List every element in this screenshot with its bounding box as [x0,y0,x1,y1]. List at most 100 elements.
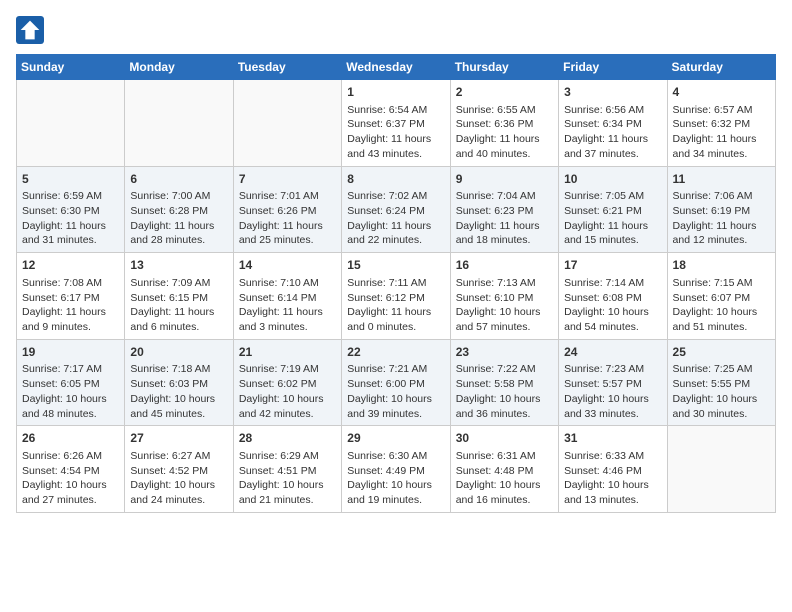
calendar-cell: 27Sunrise: 6:27 AMSunset: 4:52 PMDayligh… [125,426,233,513]
cell-content-line: Daylight: 11 hours [347,305,444,320]
cell-content-line: Sunset: 4:46 PM [564,464,661,479]
cell-content-line: Sunset: 6:14 PM [239,291,336,306]
cell-content-line: Sunset: 6:30 PM [22,204,119,219]
cell-content-line: Sunset: 6:07 PM [673,291,770,306]
cell-content-line: Sunrise: 7:18 AM [130,362,227,377]
cell-content-line: Sunrise: 6:57 AM [673,103,770,118]
calendar-header-row: SundayMondayTuesdayWednesdayThursdayFrid… [17,55,776,80]
cell-content-line: Sunrise: 6:26 AM [22,449,119,464]
cell-content-line: Sunset: 6:05 PM [22,377,119,392]
cell-content-line: and 21 minutes. [239,493,336,508]
cell-content-line: Sunset: 6:19 PM [673,204,770,219]
calendar-cell: 30Sunrise: 6:31 AMSunset: 4:48 PMDayligh… [450,426,558,513]
cell-content-line: and 22 minutes. [347,233,444,248]
calendar-cell: 11Sunrise: 7:06 AMSunset: 6:19 PMDayligh… [667,166,775,253]
day-number: 22 [347,344,444,361]
calendar-cell: 31Sunrise: 6:33 AMSunset: 4:46 PMDayligh… [559,426,667,513]
calendar-cell: 21Sunrise: 7:19 AMSunset: 6:02 PMDayligh… [233,339,341,426]
cell-content-line: Daylight: 11 hours [347,132,444,147]
day-number: 1 [347,84,444,101]
cell-content-line: and 16 minutes. [456,493,553,508]
cell-content-line: Daylight: 10 hours [239,392,336,407]
cell-content-line: and 28 minutes. [130,233,227,248]
calendar-cell: 16Sunrise: 7:13 AMSunset: 6:10 PMDayligh… [450,253,558,340]
cell-content-line: Daylight: 11 hours [239,305,336,320]
cell-content-line: Sunset: 6:28 PM [130,204,227,219]
cell-content-line: Sunset: 5:57 PM [564,377,661,392]
calendar-cell: 28Sunrise: 6:29 AMSunset: 4:51 PMDayligh… [233,426,341,513]
cell-content-line: and 31 minutes. [22,233,119,248]
day-number: 19 [22,344,119,361]
cell-content-line: Sunrise: 7:22 AM [456,362,553,377]
day-number: 14 [239,257,336,274]
cell-content-line: and 36 minutes. [456,407,553,422]
cell-content-line: Sunset: 6:37 PM [347,117,444,132]
cell-content-line: Sunrise: 6:59 AM [22,189,119,204]
logo [16,16,48,44]
cell-content-line: Daylight: 10 hours [456,305,553,320]
cell-content-line: Sunset: 6:17 PM [22,291,119,306]
cell-content-line: and 48 minutes. [22,407,119,422]
calendar-week-row: 26Sunrise: 6:26 AMSunset: 4:54 PMDayligh… [17,426,776,513]
calendar-cell: 15Sunrise: 7:11 AMSunset: 6:12 PMDayligh… [342,253,450,340]
cell-content-line: Sunset: 6:24 PM [347,204,444,219]
calendar-cell [233,80,341,167]
cell-content-line: Daylight: 10 hours [239,478,336,493]
cell-content-line: Daylight: 11 hours [130,305,227,320]
day-number: 24 [564,344,661,361]
cell-content-line: and 0 minutes. [347,320,444,335]
cell-content-line: and 33 minutes. [564,407,661,422]
cell-content-line: Daylight: 10 hours [347,392,444,407]
cell-content-line: Sunrise: 7:01 AM [239,189,336,204]
calendar-cell: 3Sunrise: 6:56 AMSunset: 6:34 PMDaylight… [559,80,667,167]
cell-content-line: Daylight: 11 hours [22,219,119,234]
cell-content-line: Sunset: 6:00 PM [347,377,444,392]
cell-content-line: Sunset: 6:21 PM [564,204,661,219]
calendar-cell: 25Sunrise: 7:25 AMSunset: 5:55 PMDayligh… [667,339,775,426]
cell-content-line: Daylight: 10 hours [22,392,119,407]
calendar-cell: 4Sunrise: 6:57 AMSunset: 6:32 PMDaylight… [667,80,775,167]
cell-content-line: Daylight: 10 hours [564,478,661,493]
cell-content-line: Sunset: 5:58 PM [456,377,553,392]
calendar-week-row: 1Sunrise: 6:54 AMSunset: 6:37 PMDaylight… [17,80,776,167]
cell-content-line: Daylight: 10 hours [456,478,553,493]
cell-content-line: and 27 minutes. [22,493,119,508]
calendar-cell: 13Sunrise: 7:09 AMSunset: 6:15 PMDayligh… [125,253,233,340]
calendar-week-row: 19Sunrise: 7:17 AMSunset: 6:05 PMDayligh… [17,339,776,426]
cell-content-line: Daylight: 11 hours [673,132,770,147]
cell-content-line: and 18 minutes. [456,233,553,248]
cell-content-line: Sunset: 6:02 PM [239,377,336,392]
calendar-cell: 5Sunrise: 6:59 AMSunset: 6:30 PMDaylight… [17,166,125,253]
cell-content-line: Sunrise: 7:04 AM [456,189,553,204]
day-number: 6 [130,171,227,188]
cell-content-line: and 13 minutes. [564,493,661,508]
cell-content-line: Sunrise: 7:15 AM [673,276,770,291]
day-number: 21 [239,344,336,361]
day-number: 3 [564,84,661,101]
cell-content-line: Sunset: 6:10 PM [456,291,553,306]
day-number: 9 [456,171,553,188]
cell-content-line: Daylight: 11 hours [564,132,661,147]
cell-content-line: Daylight: 10 hours [347,478,444,493]
cell-content-line: Daylight: 11 hours [347,219,444,234]
cell-content-line: Sunrise: 6:27 AM [130,449,227,464]
cell-content-line: Daylight: 11 hours [564,219,661,234]
cell-content-line: Sunrise: 6:30 AM [347,449,444,464]
cell-content-line: Sunrise: 7:11 AM [347,276,444,291]
cell-content-line: Sunset: 4:49 PM [347,464,444,479]
calendar-cell: 17Sunrise: 7:14 AMSunset: 6:08 PMDayligh… [559,253,667,340]
day-number: 5 [22,171,119,188]
cell-content-line: Sunrise: 7:25 AM [673,362,770,377]
cell-content-line: Sunrise: 7:19 AM [239,362,336,377]
calendar-week-row: 5Sunrise: 6:59 AMSunset: 6:30 PMDaylight… [17,166,776,253]
cell-content-line: Sunset: 4:52 PM [130,464,227,479]
day-number: 17 [564,257,661,274]
calendar-cell: 22Sunrise: 7:21 AMSunset: 6:00 PMDayligh… [342,339,450,426]
cell-content-line: and 9 minutes. [22,320,119,335]
cell-content-line: and 54 minutes. [564,320,661,335]
day-number: 10 [564,171,661,188]
day-number: 4 [673,84,770,101]
calendar-cell: 2Sunrise: 6:55 AMSunset: 6:36 PMDaylight… [450,80,558,167]
calendar-cell: 20Sunrise: 7:18 AMSunset: 6:03 PMDayligh… [125,339,233,426]
cell-content-line: Sunset: 6:15 PM [130,291,227,306]
